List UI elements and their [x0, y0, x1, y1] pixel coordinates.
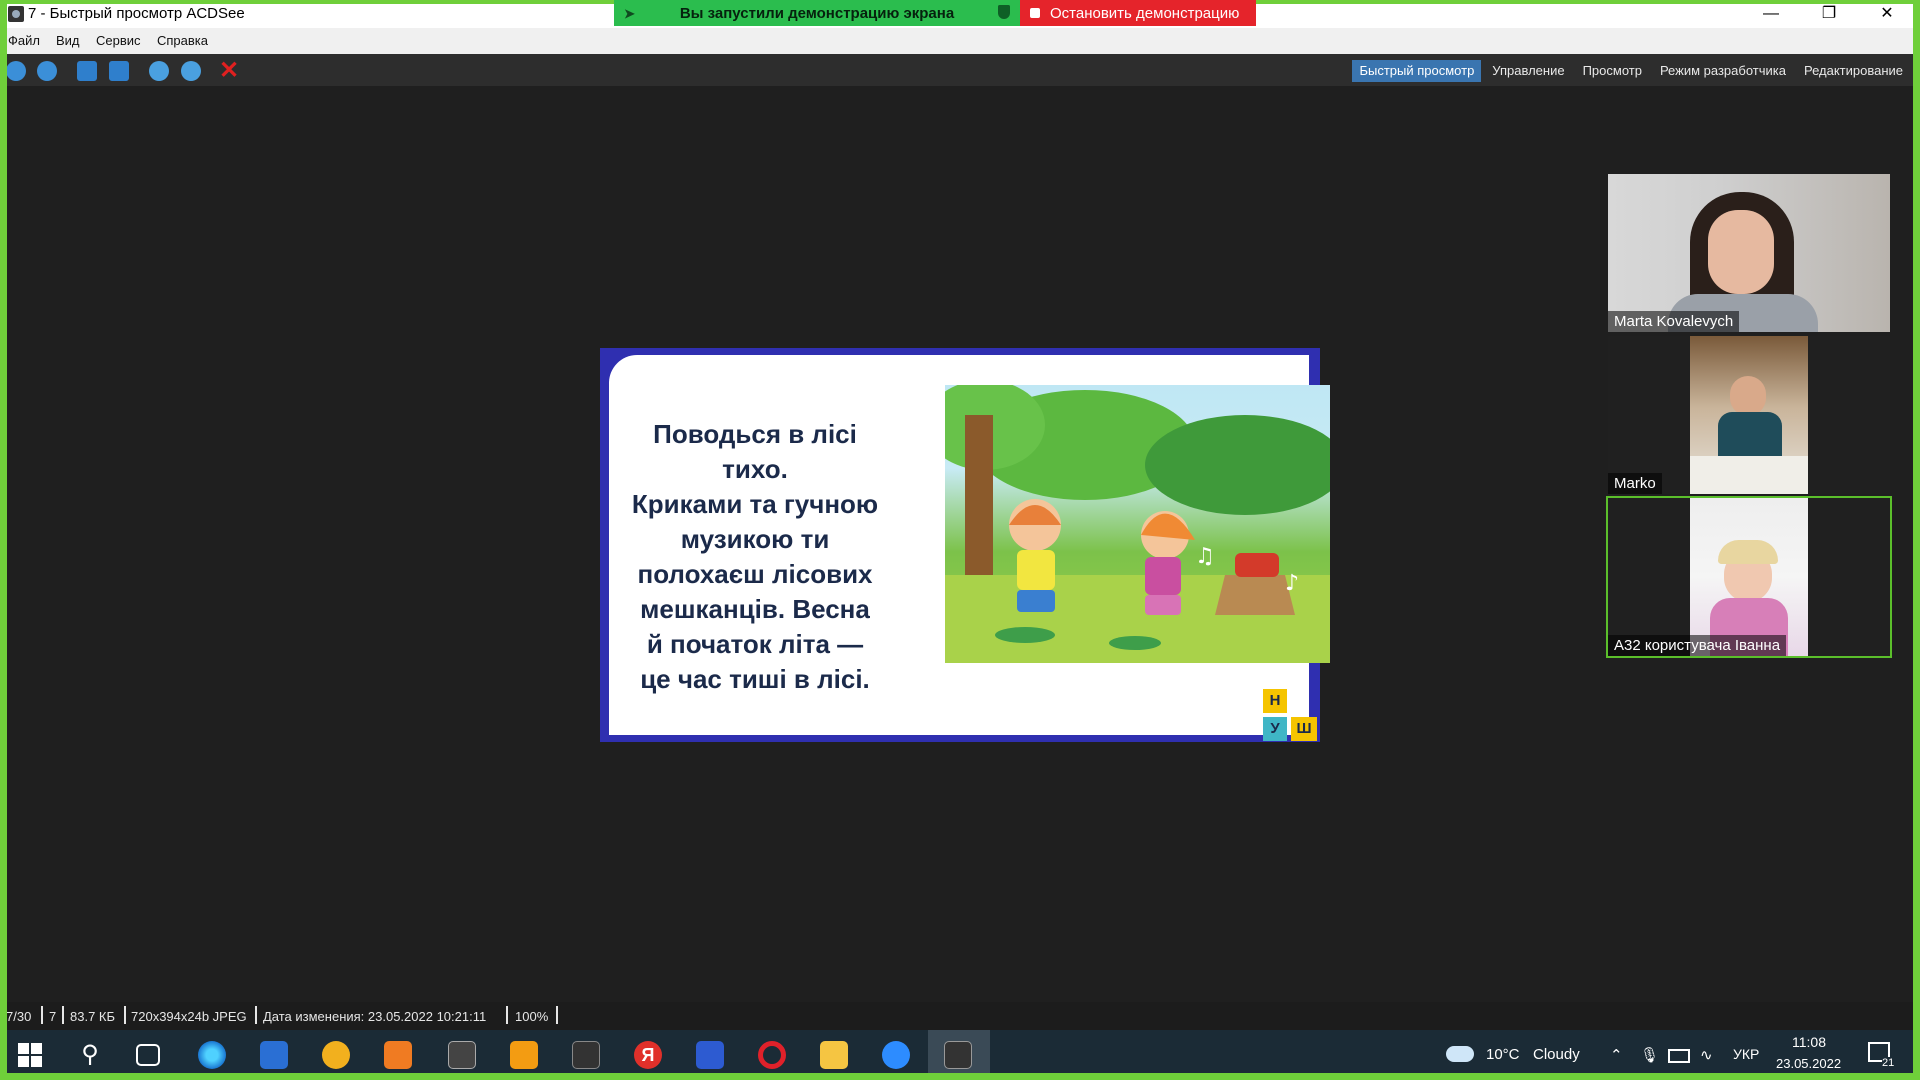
slide-line: полохаєш лісових — [637, 559, 873, 589]
zoom-app-icon[interactable] — [882, 1041, 910, 1069]
close-button[interactable]: ✕ — [1858, 0, 1916, 28]
share-status: ➤ Вы запустили демонстрацию экрана — [614, 0, 1020, 26]
slide-card: Поводься в лісі тихо. Криками та гучною … — [609, 355, 1330, 741]
delete-icon[interactable]: ✕ — [219, 59, 239, 83]
participant-video — [1608, 174, 1890, 332]
cloud-icon[interactable] — [1446, 1046, 1474, 1062]
menu-help[interactable]: Справка — [157, 33, 208, 48]
status-position: 7/30 — [6, 1009, 32, 1024]
microphone-icon[interactable]: 🎙 — [1640, 1046, 1659, 1064]
search-icon[interactable]: ⚲ — [76, 1041, 104, 1069]
taskbar: ⚲ Я 10°C Cloudy ⌃ 🎙 ∿ УКР 11:08 23.05.20… — [0, 1030, 1920, 1080]
video-editor-icon[interactable] — [448, 1041, 476, 1069]
menu-file[interactable]: Файл — [8, 33, 40, 48]
language-indicator[interactable]: УКР — [1733, 1046, 1759, 1062]
participant-tile[interactable]: Marta Kovalevych — [1608, 174, 1890, 332]
participant-name: A32 користувача Іванна — [1608, 635, 1787, 656]
status-filename: 7 — [49, 1009, 57, 1024]
stop-share-label: Остановить демонстрацию — [1050, 4, 1240, 22]
status-divider — [41, 1006, 43, 1024]
status-dimensions: 720x394x24b JPEG — [131, 1009, 247, 1024]
shield-icon — [998, 5, 1010, 19]
pdf-app-icon[interactable] — [510, 1041, 538, 1069]
forest-illustration: ♫ ♪ — [945, 385, 1330, 663]
participant-name: Marta Kovalevych — [1608, 311, 1740, 332]
share-status-text: Вы запустили демонстрацию экрана — [679, 4, 955, 22]
slide-line: Криками та гучною — [631, 489, 879, 519]
status-divider — [62, 1006, 64, 1024]
vlc-alt-icon[interactable] — [322, 1041, 350, 1069]
menu-service[interactable]: Сервис — [96, 33, 141, 48]
window-title: 7 - Быстрый просмотр ACDSee — [28, 5, 245, 22]
rotate-left-icon[interactable] — [77, 61, 97, 81]
status-bar: 7/30 7 83.7 КБ 720x394x24b JPEG Дата изм… — [0, 1002, 1920, 1030]
status-divider — [556, 1006, 558, 1024]
windows-start-icon[interactable] — [16, 1041, 44, 1069]
back-icon[interactable] — [6, 61, 26, 81]
acdsee-taskbar-icon[interactable] — [944, 1041, 972, 1069]
status-divider — [506, 1006, 508, 1024]
acdsee-app-icon — [8, 6, 24, 22]
rotate-right-icon[interactable] — [109, 61, 129, 81]
participant-tile[interactable]: A32 користувача Іванна — [1606, 496, 1892, 658]
status-file-size: 83.7 КБ — [70, 1009, 116, 1024]
slide-line: Поводься в лісі тихо. — [653, 419, 857, 484]
tab-manage[interactable]: Управление — [1485, 60, 1571, 82]
participant-video — [1690, 498, 1808, 656]
tab-quick-view[interactable]: Быстрый просмотр — [1352, 60, 1482, 82]
restore-button[interactable]: ❐ — [1800, 0, 1858, 28]
yandex-browser-icon[interactable]: Я — [634, 1041, 662, 1069]
slide-line: й початок літа — — [646, 629, 864, 659]
nush-logo: Н У Ш — [1263, 689, 1323, 743]
status-divider — [124, 1006, 126, 1024]
participant-tile[interactable]: Marko — [1608, 336, 1890, 494]
tab-developer[interactable]: Режим разработчика — [1653, 60, 1793, 82]
battery-icon[interactable] — [1668, 1049, 1690, 1063]
pin-icon[interactable]: ➤ — [624, 6, 635, 22]
menu-view[interactable]: Вид — [56, 33, 80, 48]
participant-name: Marko — [1608, 473, 1662, 494]
weather-condition[interactable]: Cloudy — [1533, 1046, 1580, 1063]
slide-text: Поводься в лісі тихо. Криками та гучною … — [627, 417, 883, 697]
slide-line: музикою ти — [680, 524, 830, 554]
screen-share-banner: ➤ Вы запустили демонстрацию экрана Остан… — [614, 0, 1256, 26]
clock-time[interactable]: 11:08 — [1792, 1034, 1826, 1050]
status-divider — [255, 1006, 257, 1024]
task-view-icon[interactable] — [136, 1044, 160, 1066]
slide-line: це час тиші в лісі. — [640, 664, 870, 694]
weather-temp[interactable]: 10°C — [1486, 1046, 1520, 1063]
tab-edit[interactable]: Редактирование — [1797, 60, 1910, 82]
camera-app-icon[interactable] — [572, 1041, 600, 1069]
forest-scene: ♫ ♪ — [945, 385, 1330, 663]
forward-icon[interactable] — [37, 61, 57, 81]
menu-bar: Файл Вид Сервис Справка — [0, 28, 1920, 54]
save-app-icon[interactable] — [696, 1041, 724, 1069]
slide-line: мешканців. Весна — [640, 594, 870, 624]
edge-browser-icon[interactable] — [198, 1041, 226, 1069]
tab-view[interactable]: Просмотр — [1576, 60, 1649, 82]
file-explorer-icon[interactable] — [820, 1041, 848, 1069]
clock-date[interactable]: 23.05.2022 — [1776, 1056, 1841, 1071]
slide-image: Поводься в лісі тихо. Криками та гучною … — [600, 348, 1330, 742]
status-zoom[interactable]: 100% — [515, 1009, 548, 1024]
store-icon[interactable] — [260, 1041, 288, 1069]
mode-tabs: Быстрый просмотр Управление Просмотр Реж… — [1352, 60, 1910, 82]
opera-browser-icon[interactable] — [758, 1041, 786, 1069]
participant-video — [1690, 336, 1808, 494]
svg-text:♪: ♪ — [1285, 571, 1299, 596]
notification-count: 21 — [1882, 1057, 1895, 1069]
stop-icon — [1030, 8, 1040, 18]
chevron-up-icon[interactable]: ⌃ — [1610, 1046, 1623, 1064]
media-player-icon[interactable] — [384, 1041, 412, 1069]
zoom-out-icon[interactable] — [181, 61, 201, 81]
minimize-button[interactable]: — — [1742, 0, 1800, 28]
stop-share-button[interactable]: Остановить демонстрацию — [1020, 0, 1256, 26]
status-modified: Дата изменения: 23.05.2022 10:21:11 — [263, 1009, 487, 1024]
wifi-icon[interactable]: ∿ — [1700, 1046, 1713, 1064]
zoom-in-icon[interactable] — [149, 61, 169, 81]
svg-text:♫: ♫ — [1195, 544, 1215, 569]
